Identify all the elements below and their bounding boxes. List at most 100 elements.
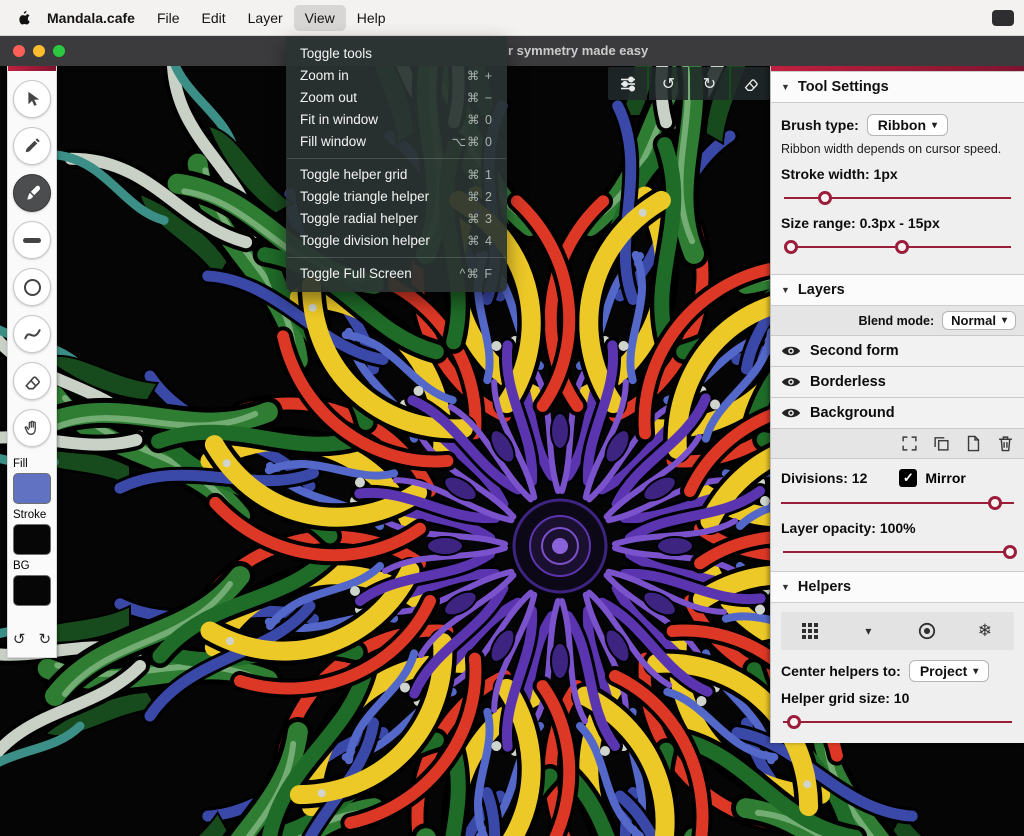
canvas-clear-button[interactable] [731, 67, 770, 100]
trash-icon[interactable] [997, 435, 1014, 452]
helper-grid-size-label: Helper grid size: 10 [771, 690, 1024, 706]
menu-item-toggle-division-helper[interactable]: Toggle division helper ⌘ 4 [286, 230, 507, 252]
window-title: r symmetry made easy [508, 36, 648, 66]
circle-icon [24, 279, 41, 296]
hand-icon [23, 419, 41, 437]
layer-opacity-slider[interactable] [783, 544, 1012, 559]
grid-helper-button[interactable] [796, 622, 824, 640]
select-tool-button[interactable] [13, 80, 51, 118]
new-layer-icon[interactable] [965, 435, 982, 452]
menubar-item-edit[interactable]: Edit [191, 5, 237, 31]
tool-settings-title: Tool Settings [798, 79, 889, 95]
eraser-icon [23, 372, 42, 391]
slider-knob[interactable] [818, 191, 832, 205]
section-tool-settings[interactable]: ▼ Tool Settings [771, 71, 1024, 103]
expand-icon[interactable] [901, 435, 918, 452]
brush-type-label: Brush type: [781, 117, 859, 133]
eye-icon[interactable] [781, 406, 801, 420]
menu-item-fill-window[interactable]: Fill window ⌥⌘ 0 [286, 131, 507, 153]
stroke-width-label: Stroke width: 1px [781, 166, 1014, 182]
mirror-checkbox[interactable]: ✓ [899, 469, 917, 487]
apple-menu[interactable] [10, 9, 36, 26]
mirror-label: Mirror [925, 470, 965, 486]
zoom-button[interactable] [53, 45, 65, 57]
snowflake-icon: ❄ [978, 621, 992, 641]
fill-color-swatch[interactable] [13, 473, 51, 504]
helper-dropdown-button[interactable]: ▾ [854, 624, 882, 638]
division-helper-button[interactable]: ❄ [971, 621, 999, 641]
layer-row-borderless[interactable]: Borderless [771, 367, 1024, 398]
helper-grid-size-slider[interactable] [783, 714, 1012, 729]
bg-color-swatch[interactable] [13, 575, 51, 606]
pencil-icon [23, 137, 41, 155]
curve-icon [23, 325, 42, 344]
redo-button[interactable]: ↻ [39, 630, 52, 648]
eye-icon[interactable] [781, 344, 801, 358]
eraser-tool-button[interactable] [13, 362, 51, 400]
settings-panel: ▼ Tool Settings Brush type: Ribbon ▾ Rib… [770, 66, 1024, 743]
menu-item-toggle-radial-helper[interactable]: Toggle radial helper ⌘ 3 [286, 208, 507, 230]
pan-tool-button[interactable] [13, 409, 51, 447]
layers-title: Layers [798, 282, 845, 298]
ellipse-tool-button[interactable] [13, 268, 51, 306]
menu-item-toggle-full-screen[interactable]: Toggle Full Screen ^⌘ F [286, 263, 507, 285]
stroke-color-swatch[interactable] [13, 524, 51, 555]
menu-item-toggle-tools[interactable]: Toggle tools [286, 43, 507, 65]
slider-knob-max[interactable] [895, 240, 909, 254]
menubar-app-name[interactable]: Mandala.cafe [36, 5, 146, 31]
helper-icons-row: ▾ ❄ [781, 612, 1014, 650]
curve-tool-button[interactable] [13, 315, 51, 353]
canvas-undo-button[interactable]: ↺ [649, 67, 688, 100]
duplicate-icon[interactable] [933, 435, 950, 452]
slider-knob[interactable] [988, 496, 1002, 510]
eye-icon[interactable] [781, 375, 801, 389]
chevron-down-icon: ▼ [781, 285, 790, 295]
menu-item-zoom-in[interactable]: Zoom in ⌘ + [286, 65, 507, 87]
slider-knob-min[interactable] [784, 240, 798, 254]
section-layers[interactable]: ▼ Layers [771, 274, 1024, 306]
sliders-icon [619, 75, 637, 93]
chevron-down-icon: ▾ [973, 666, 978, 677]
stroke-width-slider[interactable] [784, 190, 1011, 205]
undo-button[interactable]: ↺ [13, 630, 26, 648]
divisions-slider[interactable] [781, 495, 1014, 510]
divisions-label: Divisions: 12 [781, 470, 867, 486]
close-button[interactable] [13, 45, 25, 57]
layer-row-background[interactable]: Background [771, 398, 1024, 429]
menu-item-fit-in-window[interactable]: Fit in window ⌘ 0 [286, 109, 507, 131]
menubar: Mandala.cafe File Edit Layer View Help [0, 0, 1024, 36]
helpers-title: Helpers [798, 579, 851, 595]
menu-item-toggle-helper-grid[interactable]: Toggle helper grid ⌘ 1 [286, 164, 507, 186]
target-icon [918, 622, 936, 640]
menu-item-zoom-out[interactable]: Zoom out ⌘ − [286, 87, 507, 109]
canvas-redo-button[interactable]: ↻ [690, 67, 729, 100]
chevron-down-icon: ▾ [865, 624, 871, 638]
brush-type-dropdown[interactable]: Ribbon ▾ [867, 114, 948, 136]
minimize-button[interactable] [33, 45, 45, 57]
menubar-item-file[interactable]: File [146, 5, 191, 31]
menubar-item-help[interactable]: Help [346, 5, 397, 31]
undo-icon: ↺ [662, 74, 675, 94]
brush-tool-button[interactable] [13, 174, 51, 212]
menu-item-toggle-triangle-helper[interactable]: Toggle triangle helper ⌘ 2 [286, 186, 507, 208]
blend-mode-dropdown[interactable]: Normal ▾ [942, 311, 1016, 330]
chevron-down-icon: ▼ [781, 582, 790, 592]
menubar-item-view[interactable]: View [294, 5, 346, 31]
menu-separator [287, 257, 506, 258]
stroke-label: Stroke [13, 509, 51, 521]
slider-knob[interactable] [1003, 545, 1017, 559]
pencil-tool-button[interactable] [13, 127, 51, 165]
center-helpers-dropdown[interactable]: Project ▾ [909, 660, 990, 682]
size-range-slider[interactable] [784, 239, 1011, 254]
layer-row-second-form[interactable]: Second form [771, 336, 1024, 367]
chevron-down-icon: ▾ [1002, 315, 1007, 326]
canvas-options-button[interactable] [608, 67, 647, 100]
menubar-status-icon[interactable] [992, 10, 1014, 26]
line-tool-button[interactable] [13, 221, 51, 259]
slider-knob[interactable] [787, 715, 801, 729]
radial-helper-button[interactable] [913, 622, 941, 640]
chevron-down-icon: ▼ [781, 82, 790, 92]
section-helpers[interactable]: ▼ Helpers [771, 571, 1024, 603]
menubar-item-layer[interactable]: Layer [237, 5, 294, 31]
line-icon [23, 238, 41, 243]
